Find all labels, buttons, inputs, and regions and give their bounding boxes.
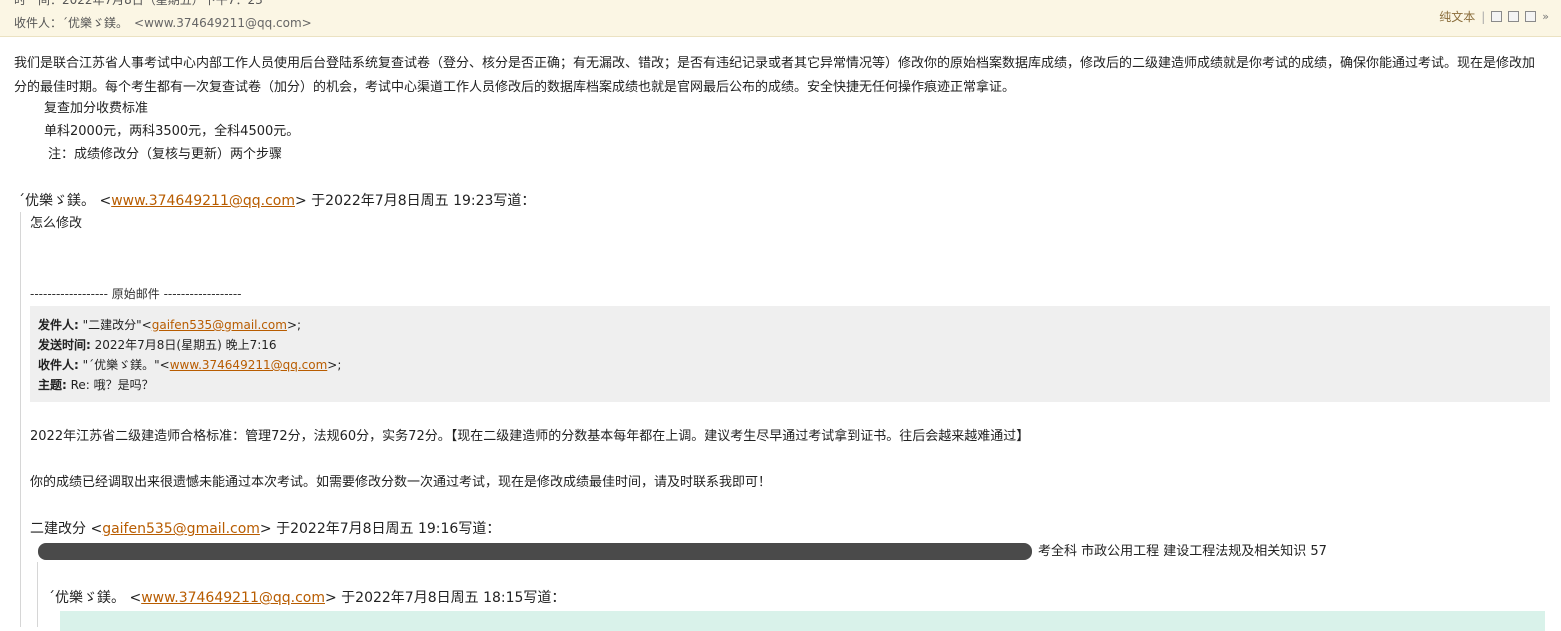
- redacted-block: [38, 543, 1032, 560]
- orig-from-label: 发件人:: [38, 318, 79, 332]
- orig-sent-label: 发送时间:: [38, 338, 91, 352]
- pass-standard-text: 2022年江苏省二级建造师合格标准：管理72分，法规60分，实务72分。【现在二…: [30, 429, 1030, 444]
- quote-bar-nested: [37, 562, 38, 627]
- main-paragraph: 我们是联合江苏省人事考试中心内部工作人员使用后台登陆系统复查试卷（登分、核分是否…: [14, 56, 1536, 95]
- fee-title: 复查加分收费标准: [44, 101, 149, 116]
- quote1-email-link[interactable]: www.374649211@qq.com: [111, 193, 295, 209]
- quote-header-1: ˊ优樂ゞ鎂。 <www.374649211@qq.com> 于2022年7月8日…: [18, 190, 535, 212]
- plain-text-button[interactable]: 纯文本: [1439, 8, 1475, 25]
- orig-to-end: >;: [327, 358, 342, 372]
- quote2-sender: 二建改分 <: [30, 521, 103, 537]
- recipient-address: <www.374649211@qq.com>: [134, 16, 312, 30]
- fee-note: 注：成绩修改分（复核与更新）两个步骤: [48, 147, 283, 162]
- recipient-name[interactable]: ˊ优樂ゞ鎂。: [62, 16, 128, 30]
- quoted-content-box: [60, 611, 1545, 631]
- orig-from-row: 发件人: "二建改分"<gaifen535@gmail.com>;: [38, 316, 301, 333]
- header-recipient: 收件人：ˊ优樂ゞ鎂。 <www.374649211@qq.com>: [14, 14, 312, 31]
- orig-subject-label: 主题:: [38, 378, 67, 392]
- orig-from-email-link[interactable]: gaifen535@gmail.com: [152, 318, 287, 332]
- orig-to-email-link[interactable]: www.374649211@qq.com: [170, 358, 328, 372]
- chevron-down-icon[interactable]: »: [1542, 10, 1549, 23]
- new-window-icon[interactable]: [1491, 11, 1503, 22]
- quote2-text: 考全科 市政公用工程 建设工程法规及相关知识 57: [1038, 544, 1327, 559]
- fee-detail: 单科2000元，两科3500元，全科4500元。: [44, 124, 300, 139]
- orig-from-end: >;: [286, 318, 302, 332]
- recipient-label: 收件人：: [14, 16, 63, 30]
- orig-sent-value: 2022年7月8日(星期五) 晚上7:16: [90, 338, 277, 352]
- quote-header-3: ˊ优樂ゞ鎂。 <www.374649211@qq.com> 于2022年7月8日…: [48, 587, 565, 609]
- quote3-sender: ˊ优樂ゞ鎂。 <: [48, 590, 142, 606]
- restore-window-icon[interactable]: [1508, 11, 1520, 22]
- header-toolbar: 纯文本 | »: [1439, 8, 1549, 25]
- orig-subject-value: Re: 哦？是吗？: [66, 378, 154, 392]
- quote1-date: > 于2022年7月8日周五 19:23写道：: [295, 193, 536, 209]
- mail-header: 时 间：2022年7月8日（星期五）下午7：23 收件人：ˊ优樂ゞ鎂。 <www.…: [0, 0, 1561, 37]
- orig-sent-row: 发送时间: 2022年7月8日(星期五) 晚上7:16: [38, 336, 277, 353]
- quote2-email-link[interactable]: gaifen535@gmail.com: [102, 521, 260, 537]
- notice-text: 你的成绩已经调取出来很遗憾未能通过本次考试。如需要修改分数一次通过考试，现在是修…: [30, 475, 772, 490]
- quote-bar: [20, 212, 21, 627]
- print-icon[interactable]: [1525, 11, 1537, 22]
- header-time: 时 间：2022年7月8日（星期五）下午7：23: [14, 0, 263, 7]
- orig-to-name: "ˊ优樂ゞ鎂。"<: [78, 358, 170, 372]
- orig-to-row: 收件人: "ˊ优樂ゞ鎂。"<www.374649211@qq.com>;: [38, 356, 341, 373]
- quote2-date: > 于2022年7月8日周五 19:16写道：: [259, 521, 501, 537]
- quote-header-2: 二建改分 <gaifen535@gmail.com> 于2022年7月8日周五 …: [30, 518, 500, 540]
- quote3-email-link[interactable]: www.374649211@qq.com: [141, 590, 325, 606]
- toolbar-separator: |: [1481, 9, 1486, 24]
- quote1-sender: ˊ优樂ゞ鎂。 <: [18, 193, 112, 209]
- orig-subject-row: 主题: Re: 哦？是吗？: [38, 376, 154, 393]
- quote1-text: 怎么修改: [30, 216, 83, 231]
- original-mail-box: 发件人: "二建改分"<gaifen535@gmail.com>; 发送时间: …: [30, 306, 1550, 402]
- original-mail-divider: ------------------ 原始邮件 ----------------…: [30, 287, 242, 301]
- orig-to-label: 收件人:: [38, 358, 79, 372]
- quote3-date: > 于2022年7月8日周五 18:15写道：: [325, 590, 566, 606]
- orig-from-name: "二建改分"<: [78, 318, 152, 332]
